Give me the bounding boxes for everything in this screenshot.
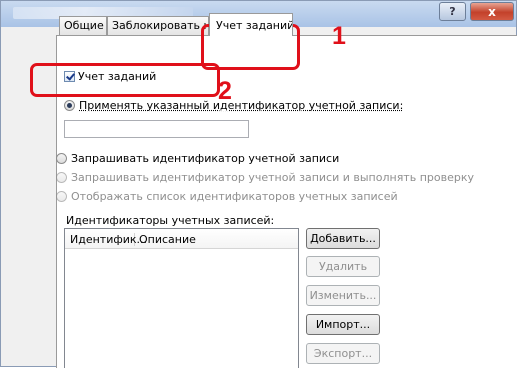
delete-button[interactable]: Удалить (306, 256, 380, 277)
close-button[interactable]: x (470, 2, 514, 21)
list-header: Идентифик... Описание (65, 229, 298, 249)
radio-show-list[interactable] (56, 191, 67, 202)
tab-job-accounting[interactable]: Учет заданий (209, 13, 293, 36)
radio-show-list-row[interactable]: Отображать список идентификаторов учетны… (56, 190, 398, 203)
radio-prompt-label: Запрашивать идентификатор учетной записи (71, 152, 340, 165)
column-id[interactable]: Идентифик... (70, 233, 147, 246)
radio-prompt-row[interactable]: Запрашивать идентификатор учетной записи (56, 152, 339, 165)
help-button[interactable]: ? (439, 2, 466, 21)
export-button[interactable]: Экспорт... (306, 343, 380, 364)
radio-use-specified[interactable] (64, 100, 75, 111)
help-icon: ? (449, 5, 456, 18)
radio-prompt-validate-row[interactable]: Запрашивать идентификатор учетной записи… (56, 171, 474, 184)
tab-lock-settings[interactable]: Заблокировать настройки (107, 16, 209, 35)
tab-general[interactable]: Общие (59, 16, 107, 35)
account-ids-list[interactable]: Идентифик... Описание (64, 228, 299, 368)
step-number-1: 1 (332, 22, 346, 50)
radio-prompt-validate[interactable] (56, 172, 67, 183)
callout-checkbox-highlight (30, 63, 220, 97)
close-icon: x (488, 4, 496, 19)
radio-use-specified-label: Применять указанный идентификатор учетно… (79, 99, 404, 112)
import-button[interactable]: Импорт... (306, 314, 380, 335)
account-id-input[interactable] (64, 120, 249, 138)
edit-button[interactable]: Изменить... (306, 285, 380, 306)
step-number-2: 2 (218, 77, 232, 105)
radio-prompt[interactable] (56, 153, 67, 164)
add-button[interactable]: Добавить... (306, 228, 380, 249)
account-ids-label: Идентификаторы учетных записей: (66, 214, 275, 227)
column-description[interactable]: Описание (139, 233, 196, 246)
radio-show-list-label: Отображать список идентификаторов учетны… (71, 190, 398, 203)
radio-use-specified-row[interactable]: Применять указанный идентификатор учетно… (64, 99, 403, 112)
radio-prompt-validate-label: Запрашивать идентификатор учетной записи… (71, 171, 474, 184)
